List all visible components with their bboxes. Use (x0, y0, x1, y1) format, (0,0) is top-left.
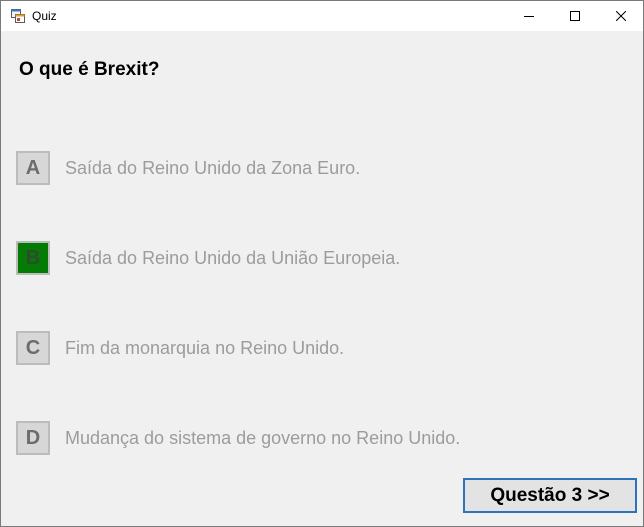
maximize-button[interactable] (552, 1, 598, 31)
answer-option-c[interactable]: C Fim da monarquia no Reino Unido. (16, 329, 344, 367)
answer-a-button[interactable]: A (16, 151, 50, 185)
answer-option-b[interactable]: B Saída do Reino Unido da União Europeia… (16, 239, 400, 277)
next-question-button[interactable]: Questão 3 >> (463, 478, 637, 513)
answer-c-button[interactable]: C (16, 331, 50, 365)
title-bar[interactable]: Quiz (1, 1, 643, 31)
question-text: O que é Brexit? (19, 59, 160, 80)
app-icon (11, 9, 25, 23)
answer-d-button[interactable]: D (16, 421, 50, 455)
answer-a-text[interactable]: Saída do Reino Unido da Zona Euro. (65, 158, 360, 179)
minimize-icon (524, 16, 534, 17)
answer-option-d[interactable]: D Mudança do sistema de governo no Reino… (16, 419, 460, 457)
minimize-button[interactable] (506, 1, 552, 31)
window-title: Quiz (32, 9, 57, 23)
answer-b-text[interactable]: Saída do Reino Unido da União Europeia. (65, 248, 400, 269)
answer-d-text[interactable]: Mudança do sistema de governo no Reino U… (65, 428, 460, 449)
answer-option-a[interactable]: A Saída do Reino Unido da Zona Euro. (16, 149, 360, 187)
answer-c-text[interactable]: Fim da monarquia no Reino Unido. (65, 338, 344, 359)
answer-b-button[interactable]: B (16, 241, 50, 275)
close-icon (616, 11, 626, 21)
close-button[interactable] (598, 1, 643, 31)
maximize-icon (570, 11, 580, 21)
quiz-window: Quiz O que é Brexit? A Saída do Reino Un… (0, 0, 644, 527)
